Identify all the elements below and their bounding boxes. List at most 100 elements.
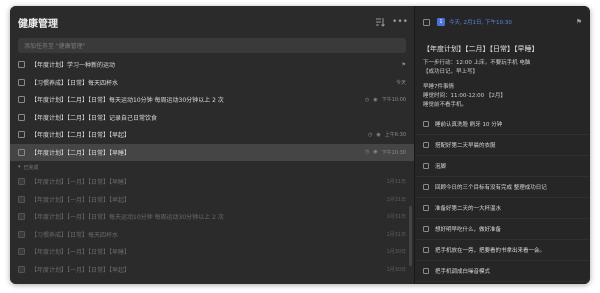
subtask-list: 睡前认真洗脸 刷牙 10 分钟 搭配好第二天早晨的衣服 泡脚回顾今日的三个目标有没有… — [415, 114, 590, 282]
subtask-text[interactable]: 把手机放在一旁，把要看的书拿出来看一会。 — [435, 246, 545, 254]
task-checkbox[interactable] — [18, 61, 25, 69]
completed-task-row[interactable]: 【年度计划】【一月】【日常】【早睡】 1月31日 — [10, 173, 414, 191]
subtask-text[interactable]: 准备好第二天的一大杯温水 — [435, 204, 501, 212]
task-due-date: 下午10:00 — [381, 97, 406, 104]
completed-date: 1月30日 — [386, 249, 406, 256]
task-title[interactable]: 【年度计划】【二月】【日常】【早睡】 — [31, 148, 361, 157]
note-line: 睡觉时间：11:00-12:00 【2月】 — [423, 93, 506, 99]
subtask-text[interactable]: 把手机调成白噪音模式 — [435, 267, 490, 275]
completed-date: 1月31日 — [386, 231, 406, 238]
subtask-text[interactable]: 搭配好第二天早晨的衣服 — [435, 141, 496, 149]
completed-task-row[interactable]: 【年度计划】【一月】【日常】【早睡】 1月30日 — [10, 243, 414, 261]
subtask-item[interactable]: 准备好第二天的一大杯温水 — [415, 198, 590, 219]
completed-checkbox[interactable] — [18, 265, 25, 273]
more-icon[interactable]: ••• — [392, 16, 408, 28]
sort-icon[interactable] — [374, 16, 386, 28]
task-row[interactable]: 【年度计划】【二月】【日常】【早睡】 ◷ ◉ 下午10:30 — [10, 143, 414, 161]
task-checkbox[interactable] — [18, 78, 25, 86]
note-line: 睡觉前不看手机。 — [423, 102, 468, 108]
subtask-item[interactable]: 想好明早吃什么，做好准备 — [415, 219, 590, 240]
task-detail-panel: 1 今天, 2月1日, 下午10:30 ⚑ 【年度计划】【二月】【日常】【早睡】… — [415, 6, 590, 284]
scrollbar[interactable] — [409, 206, 412, 266]
add-task-input[interactable]: 添加任务至 "健康管理" — [18, 38, 406, 53]
task-row[interactable]: 【年度计划】【二月】【日常】每天运动10分钟 每周运动30分钟以上 2 次 ◷ ◉ 下… — [10, 91, 414, 109]
note-line: 【成功日记，早上写】 — [423, 69, 479, 75]
task-checkbox[interactable] — [18, 131, 25, 139]
subtask-checkbox[interactable] — [423, 142, 429, 148]
task-meta-icon: ⚑ — [401, 61, 406, 68]
task-title[interactable]: 【年度计划】学习一种新的运动 — [31, 60, 398, 69]
task-row[interactable]: 【年度计划】【二月】【日常】【早起】 ◷ ◉ 上午6:30 — [10, 126, 414, 144]
priority-flag-icon[interactable]: ⚑ — [576, 18, 582, 26]
detail-checkbox[interactable] — [423, 18, 430, 26]
subtask-item[interactable]: 睡前认真洗脸 刷牙 10 分钟 — [415, 114, 590, 135]
note-line: 下一步行动：12:00 上床，不要玩手机 电脑 — [423, 60, 531, 66]
task-meta: ⚑ — [398, 62, 406, 68]
task-meta-icon: 今天 — [395, 79, 406, 86]
task-meta: ◷ ◉ 上午6:30 — [364, 131, 406, 139]
task-meta-icon: ◉ — [373, 96, 378, 103]
task-meta: ◷ ◉ 下午10:00 — [361, 96, 406, 104]
task-row[interactable]: 【年度计划】学习一种新的运动 ⚑ — [10, 56, 414, 74]
task-checkbox[interactable] — [18, 148, 25, 156]
subtask-checkbox[interactable] — [423, 268, 429, 274]
task-checkbox[interactable] — [18, 96, 25, 104]
subtask-item[interactable]: 泡脚 — [415, 156, 590, 177]
task-meta-icon: ◷ — [368, 131, 373, 138]
detail-note[interactable]: 下一步行动：12:00 上床，不要玩手机 电脑 【成功日记，早上写】 — [415, 59, 590, 77]
task-meta-icon: ◉ — [376, 131, 381, 138]
add-task-placeholder: 添加任务至 "健康管理" — [24, 43, 86, 50]
completed-task-row[interactable]: 【年度计划】【一月】【日常】【早起】 1月31日 — [10, 191, 414, 209]
task-title[interactable]: 【年度计划】【二月】【日常】每天运动10分钟 每周运动30分钟以上 2 次 — [31, 95, 361, 104]
chevron-down-icon: ▾ — [18, 164, 21, 170]
completed-task-row[interactable]: 【习惯养成】【日常】每天四杯水 1月31日 — [10, 226, 414, 244]
completed-task-title[interactable]: 【年度计划】【一月】【日常】【早睡】 — [31, 247, 386, 256]
subtask-checkbox[interactable] — [423, 163, 429, 169]
completed-task-title[interactable]: 【年度计划】【一月】【日常】每天运动10分钟 每周运动30分钟以上 2 次 — [31, 212, 386, 221]
subtask-item[interactable]: 回顾今日的三个目标有没有完成 整理成功日记 — [415, 177, 590, 198]
completed-checkbox[interactable] — [18, 195, 25, 203]
task-checkbox[interactable] — [18, 113, 25, 121]
completed-section-toggle[interactable]: ▾ 已完成 — [10, 161, 414, 173]
note-line: 早睡7件事情 — [423, 84, 454, 90]
completed-task-title[interactable]: 【习惯养成】【日常】每天四杯水 — [31, 230, 386, 239]
completed-task-title[interactable]: 【年度计划】【一月】【日常】【早起】 — [31, 195, 386, 204]
task-list-panel: 健康管理 ••• 添加任务至 "健康管理" 【年度计划】学习一种新的运动 ⚑ 【习惯… — [10, 6, 414, 284]
subtask-text[interactable]: 泡脚 — [435, 162, 446, 170]
task-row[interactable]: 【习惯养成】【日常】每天四杯水 今天 — [10, 74, 414, 92]
calendar-icon: 1 — [437, 18, 445, 26]
completed-task-title[interactable]: 【年度计划】【一月】【日常】【早起】 — [31, 265, 386, 274]
detail-note-secondary[interactable]: 早睡7件事情睡觉时间：11:00-12:00 【2月】 睡觉前不看手机。 — [415, 83, 590, 110]
task-list: 【年度计划】学习一种新的运动 ⚑ 【习惯养成】【日常】每天四杯水 今天 【年度计划】【二… — [10, 56, 414, 161]
detail-title[interactable]: 【年度计划】【二月】【日常】【早睡】 — [415, 44, 590, 54]
subtask-item[interactable]: 把手机调成白噪音模式 — [415, 261, 590, 282]
subtask-checkbox[interactable] — [423, 205, 429, 211]
completed-task-row[interactable]: 【年度计划】【一月】【日常】每天运动10分钟 每周运动30分钟以上 2 次 1月3… — [10, 208, 414, 226]
subtask-checkbox[interactable] — [423, 184, 429, 190]
subtask-checkbox[interactable] — [423, 226, 429, 232]
task-title[interactable]: 【习惯养成】【日常】每天四杯水 — [31, 78, 392, 87]
completed-date: 1月30日 — [386, 266, 406, 273]
subtask-text[interactable]: 睡前认真洗脸 刷牙 10 分钟 — [435, 120, 502, 128]
completed-checkbox[interactable] — [18, 248, 25, 256]
completed-checkbox[interactable] — [18, 178, 25, 186]
due-date[interactable]: 今天, 2月1日, 下午10:30 — [449, 18, 576, 26]
completed-date: 1月31日 — [386, 179, 406, 186]
completed-task-title[interactable]: 【年度计划】【一月】【日常】【早睡】 — [31, 177, 386, 186]
task-row[interactable]: 【年度计划】【二月】【日常】记录自己日常饮食 — [10, 109, 414, 127]
task-meta-icon: ◷ — [364, 96, 370, 103]
completed-task-row[interactable]: 【年度计划】【一月】【日常】【早起】 1月30日 — [10, 261, 414, 279]
task-meta: 今天 — [392, 79, 406, 86]
task-title[interactable]: 【年度计划】【二月】【日常】记录自己日常饮食 — [31, 113, 406, 122]
task-title[interactable]: 【年度计划】【二月】【日常】【早起】 — [31, 130, 364, 139]
subtask-item[interactable]: 搭配好第二天早晨的衣服 — [415, 135, 590, 156]
subtask-checkbox[interactable] — [423, 247, 429, 253]
completed-checkbox[interactable] — [18, 230, 25, 238]
task-meta-icon: ◷ — [364, 149, 370, 156]
subtask-text[interactable]: 回顾今日的三个目标有没有完成 整理成功日记 — [435, 183, 547, 191]
completed-checkbox[interactable] — [18, 213, 25, 221]
subtask-text[interactable]: 想好明早吃什么，做好准备 — [435, 225, 501, 233]
task-meta-icon: ◉ — [373, 149, 378, 156]
subtask-item[interactable]: 把手机放在一旁，把要看的书拿出来看一会。 — [415, 240, 590, 261]
subtask-checkbox[interactable] — [423, 121, 429, 127]
